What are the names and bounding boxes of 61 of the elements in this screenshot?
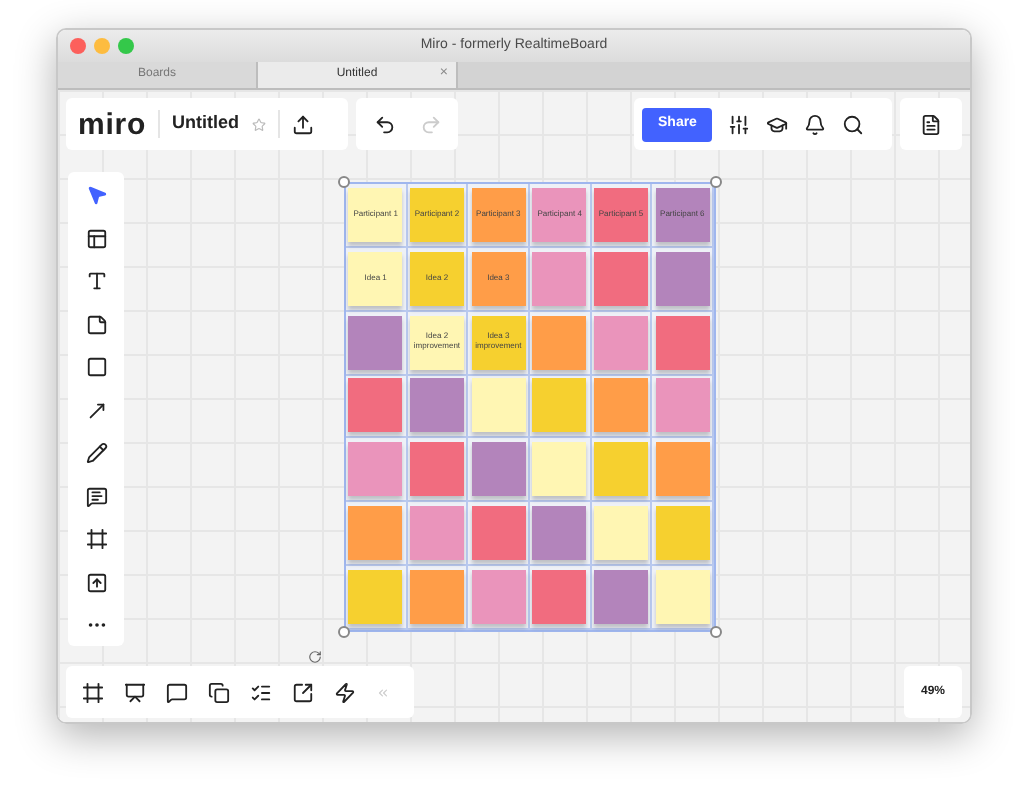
sticky-note[interactable] [348,378,403,433]
sticky-note[interactable] [471,378,526,433]
chat-icon[interactable] [166,681,188,703]
sticky-note[interactable] [532,251,587,306]
text-icon[interactable] [85,270,107,292]
sticky-note[interactable] [593,378,648,433]
rotate-icon[interactable] [308,650,322,664]
star-icon[interactable] [251,117,266,131]
sticky-note[interactable] [409,442,464,497]
maximize-window-icon[interactable] [118,38,134,54]
arrow-icon[interactable] [85,399,107,421]
logo[interactable]: miro [78,109,147,139]
square-icon[interactable] [85,356,107,378]
comment-icon[interactable] [85,485,107,507]
sticky-note[interactable] [593,506,648,561]
sticky-note[interactable] [655,315,710,370]
selection-handle[interactable] [710,626,722,638]
sticky-note[interactable] [348,315,403,370]
pencil-icon[interactable] [85,442,107,464]
list-icon[interactable] [250,681,272,703]
sticky-note[interactable] [532,506,587,561]
lightning-icon[interactable] [334,681,356,703]
sticky-note[interactable] [532,315,587,370]
sticky-note[interactable] [593,570,648,625]
board-name[interactable]: Untitled [172,110,240,138]
sticky-note[interactable] [532,570,587,625]
bell-icon[interactable] [804,113,827,135]
frame-icon[interactable] [82,681,104,703]
selection-handle[interactable] [338,176,350,188]
document-icon[interactable] [920,113,942,135]
sticky-note[interactable] [409,506,464,561]
close-window-icon[interactable] [70,38,86,54]
sticky-note[interactable] [655,251,710,306]
selection-handle[interactable] [338,626,350,638]
selection-handle[interactable] [710,176,722,188]
copy-icon[interactable] [208,681,230,703]
pointer-icon[interactable] [85,184,107,206]
sticky-note[interactable] [471,506,526,561]
sticky-note[interactable] [593,251,648,306]
undo-icon[interactable] [373,113,395,135]
sticky-note[interactable] [532,442,587,497]
sliders-icon[interactable] [728,113,751,135]
frame-icon[interactable] [85,528,107,550]
sticky-note[interactable] [655,442,710,497]
sticky-note-icon[interactable] [85,313,107,335]
external-link-icon[interactable] [292,681,314,703]
sticky-note[interactable] [409,570,464,625]
minimize-window-icon[interactable] [94,38,110,54]
sticky-note[interactable] [409,378,464,433]
graduation-cap-icon[interactable] [766,113,789,135]
sticky-note[interactable] [348,506,403,561]
layout-icon[interactable] [85,227,107,249]
search-icon[interactable] [842,113,865,135]
sticky-note[interactable] [655,378,710,433]
sticky-note[interactable] [593,315,648,370]
sticky-note[interactable] [471,570,526,625]
presentation-icon[interactable] [124,681,146,703]
sticky-note[interactable] [471,442,526,497]
sticky-note[interactable] [348,442,403,497]
upload-icon[interactable] [85,571,107,593]
upload-icon[interactable] [291,113,314,135]
